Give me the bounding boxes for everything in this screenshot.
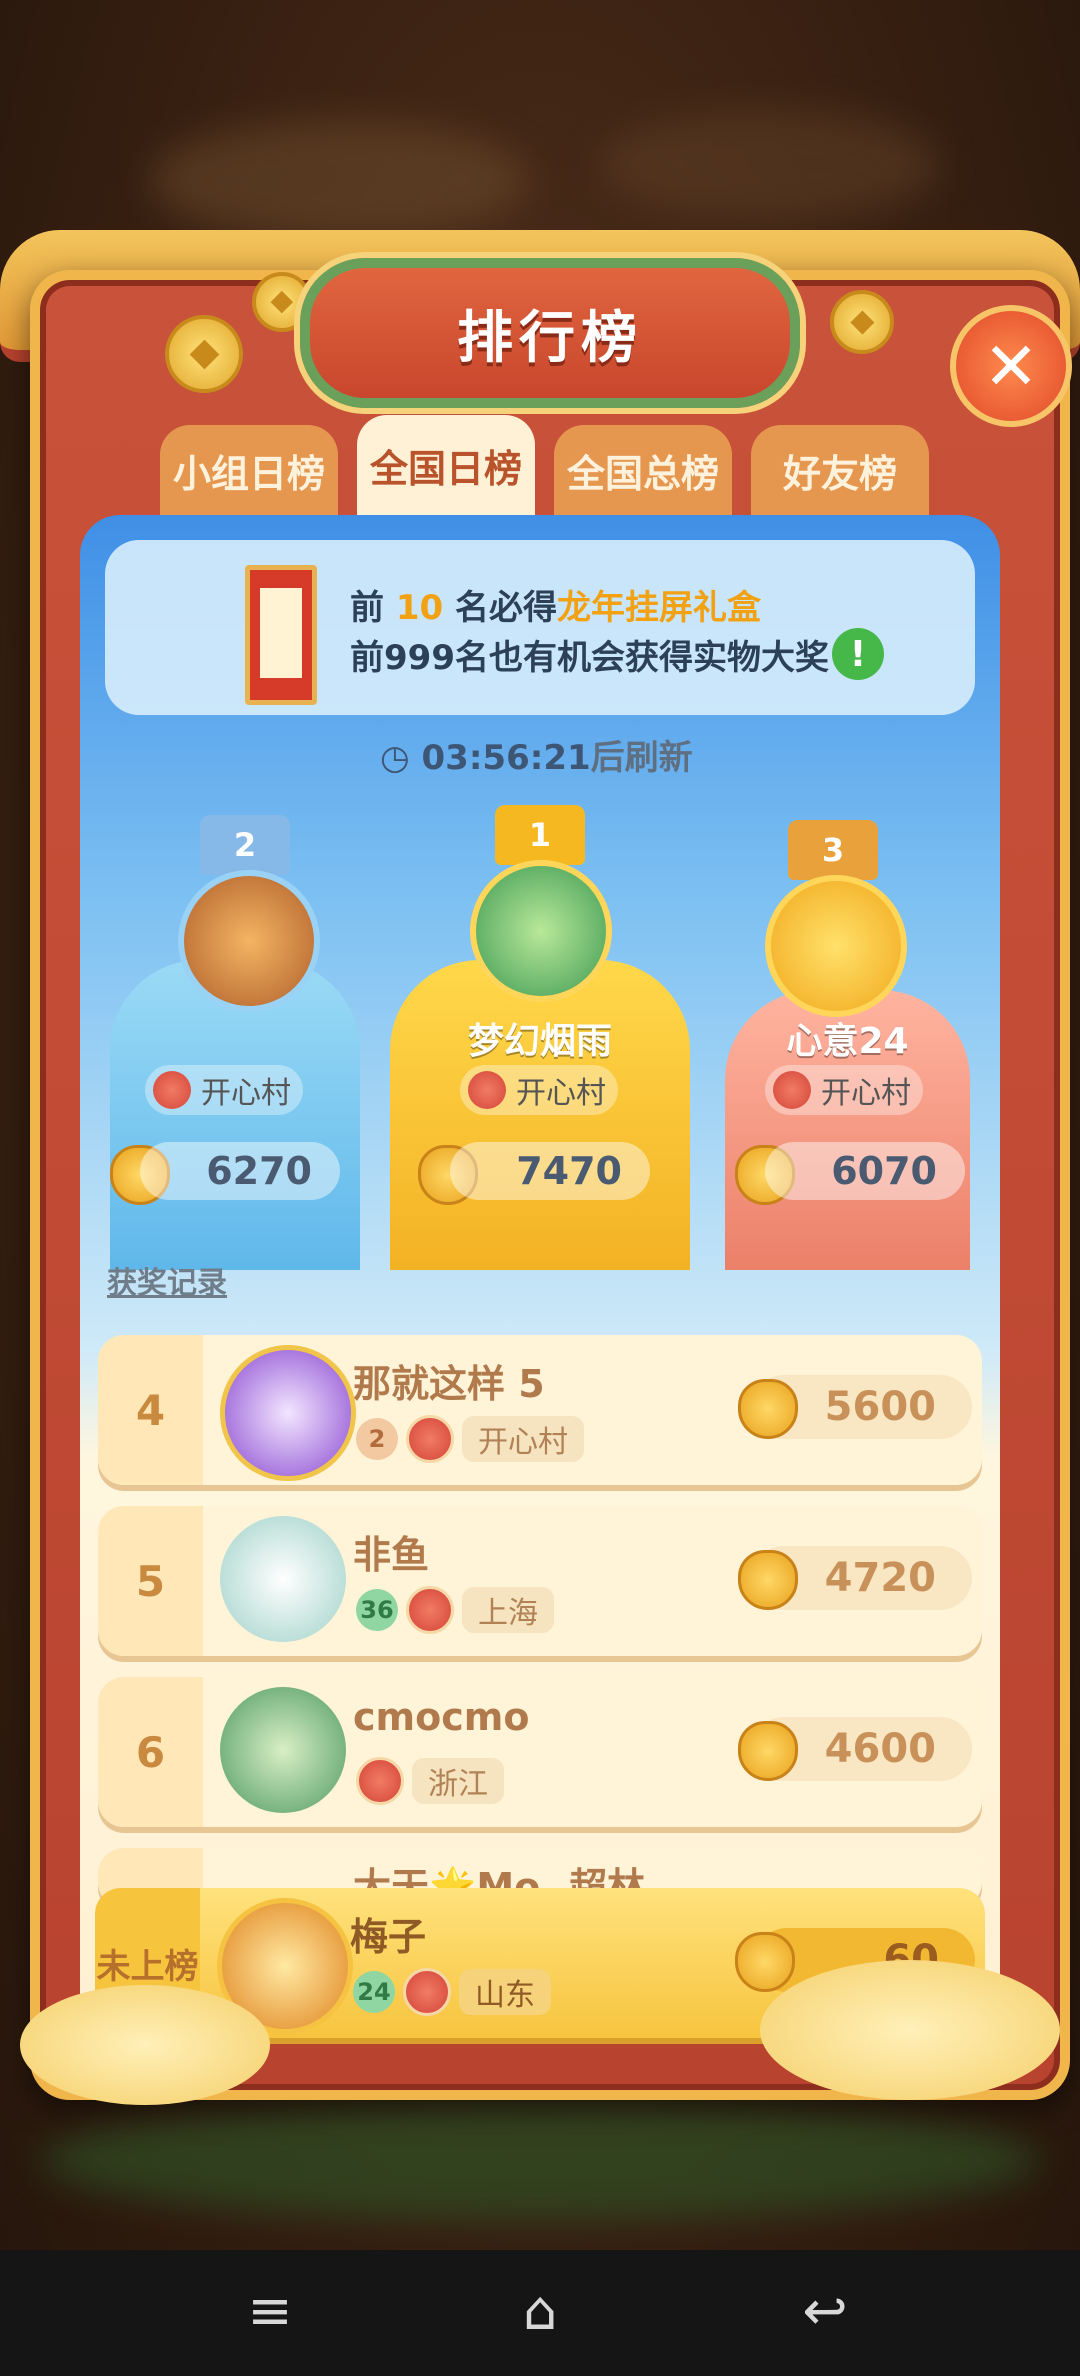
- podium-name: 心意24: [786, 1021, 909, 1062]
- close-button[interactable]: ✕: [950, 305, 1072, 427]
- avatar: [220, 1516, 346, 1642]
- tab-national-daily[interactable]: 全国日榜: [357, 415, 535, 515]
- home-button[interactable]: ⌂: [505, 2278, 575, 2342]
- club-icon: [403, 1968, 451, 2016]
- home-icon: ⌂: [522, 2278, 558, 2342]
- region-tag: 上海: [462, 1587, 554, 1633]
- refresh-timer: ◷ 03:56:21后刷新: [380, 738, 693, 778]
- avatar: [220, 1687, 346, 1813]
- crown-icon: 1: [495, 805, 585, 865]
- notice-line-2: 前999名也有机会获得实物大奖: [350, 638, 829, 678]
- region-tag: 浙江: [412, 1758, 504, 1804]
- region-tag: 山东: [459, 1969, 551, 2015]
- cloud-decoration: [20, 1985, 270, 2105]
- tab-group-daily[interactable]: 小组日榜: [160, 425, 338, 515]
- club-icon: [356, 1757, 404, 1805]
- podium-name: 梦幻烟雨: [467, 1021, 612, 1062]
- avatar[interactable]: [765, 875, 907, 1017]
- tab-national-total[interactable]: 全国总榜: [554, 425, 732, 515]
- podium-score: 6270: [140, 1142, 340, 1200]
- money-bag-icon: [738, 1379, 798, 1439]
- club-chip: 开心村: [460, 1065, 618, 1115]
- club-chip: 开心村: [765, 1065, 923, 1115]
- back-button[interactable]: ↩: [790, 2278, 860, 2342]
- back-icon: ↩: [802, 2278, 848, 2342]
- rank-number: 4: [98, 1335, 203, 1485]
- menu-button[interactable]: ≡: [235, 2278, 305, 2342]
- tab-friends[interactable]: 好友榜: [751, 425, 929, 515]
- club-icon: [406, 1415, 454, 1463]
- avatar: [220, 1345, 356, 1481]
- page-title: 排行榜: [300, 258, 800, 408]
- level-badge: 24: [353, 1971, 395, 2013]
- money-bag-icon: [738, 1721, 798, 1781]
- level-badge: 36: [356, 1589, 398, 1631]
- club-chip: 开心村: [145, 1065, 303, 1115]
- info-icon[interactable]: !: [832, 628, 884, 680]
- avatar[interactable]: [470, 860, 612, 1002]
- player-name: cmocmo: [353, 1695, 530, 1739]
- coin-decoration-icon: [830, 290, 894, 354]
- level-badge: 2: [356, 1418, 398, 1460]
- region-tag: 开心村: [462, 1416, 584, 1462]
- money-bag-icon: [735, 1932, 795, 1992]
- notice-line-1: 前 10 名必得龙年挂屏礼盒: [350, 588, 762, 628]
- club-icon: [406, 1586, 454, 1634]
- podium-score: 6070: [765, 1142, 965, 1200]
- rank-number: 6: [98, 1677, 203, 1827]
- table-row[interactable]: 4 那就这样 5 2 开心村 5600: [98, 1335, 982, 1485]
- player-name: 梅子: [350, 1915, 427, 1959]
- menu-icon: ≡: [247, 2278, 293, 2342]
- money-bag-icon: [738, 1550, 798, 1610]
- table-row[interactable]: 5 非鱼 36 上海 4720: [98, 1506, 982, 1656]
- gift-box-icon: [245, 565, 317, 705]
- avatar[interactable]: [178, 870, 320, 1012]
- award-record-link[interactable]: 获奖记录: [107, 1258, 227, 1302]
- cloud-decoration: [760, 1960, 1060, 2100]
- player-name: 非鱼: [353, 1533, 430, 1577]
- rank-number: 5: [98, 1506, 203, 1656]
- crown-icon: 2: [200, 815, 290, 875]
- player-name: 那就这样 5: [353, 1362, 545, 1406]
- clock-icon: ◷: [380, 738, 410, 778]
- close-icon: ✕: [983, 327, 1039, 405]
- table-row[interactable]: 6 cmocmo 浙江 4600: [98, 1677, 982, 1827]
- podium-score: 7470: [450, 1142, 650, 1200]
- crown-icon: 3: [788, 820, 878, 880]
- podium-first: [390, 960, 690, 1270]
- coin-decoration-icon: [165, 315, 243, 393]
